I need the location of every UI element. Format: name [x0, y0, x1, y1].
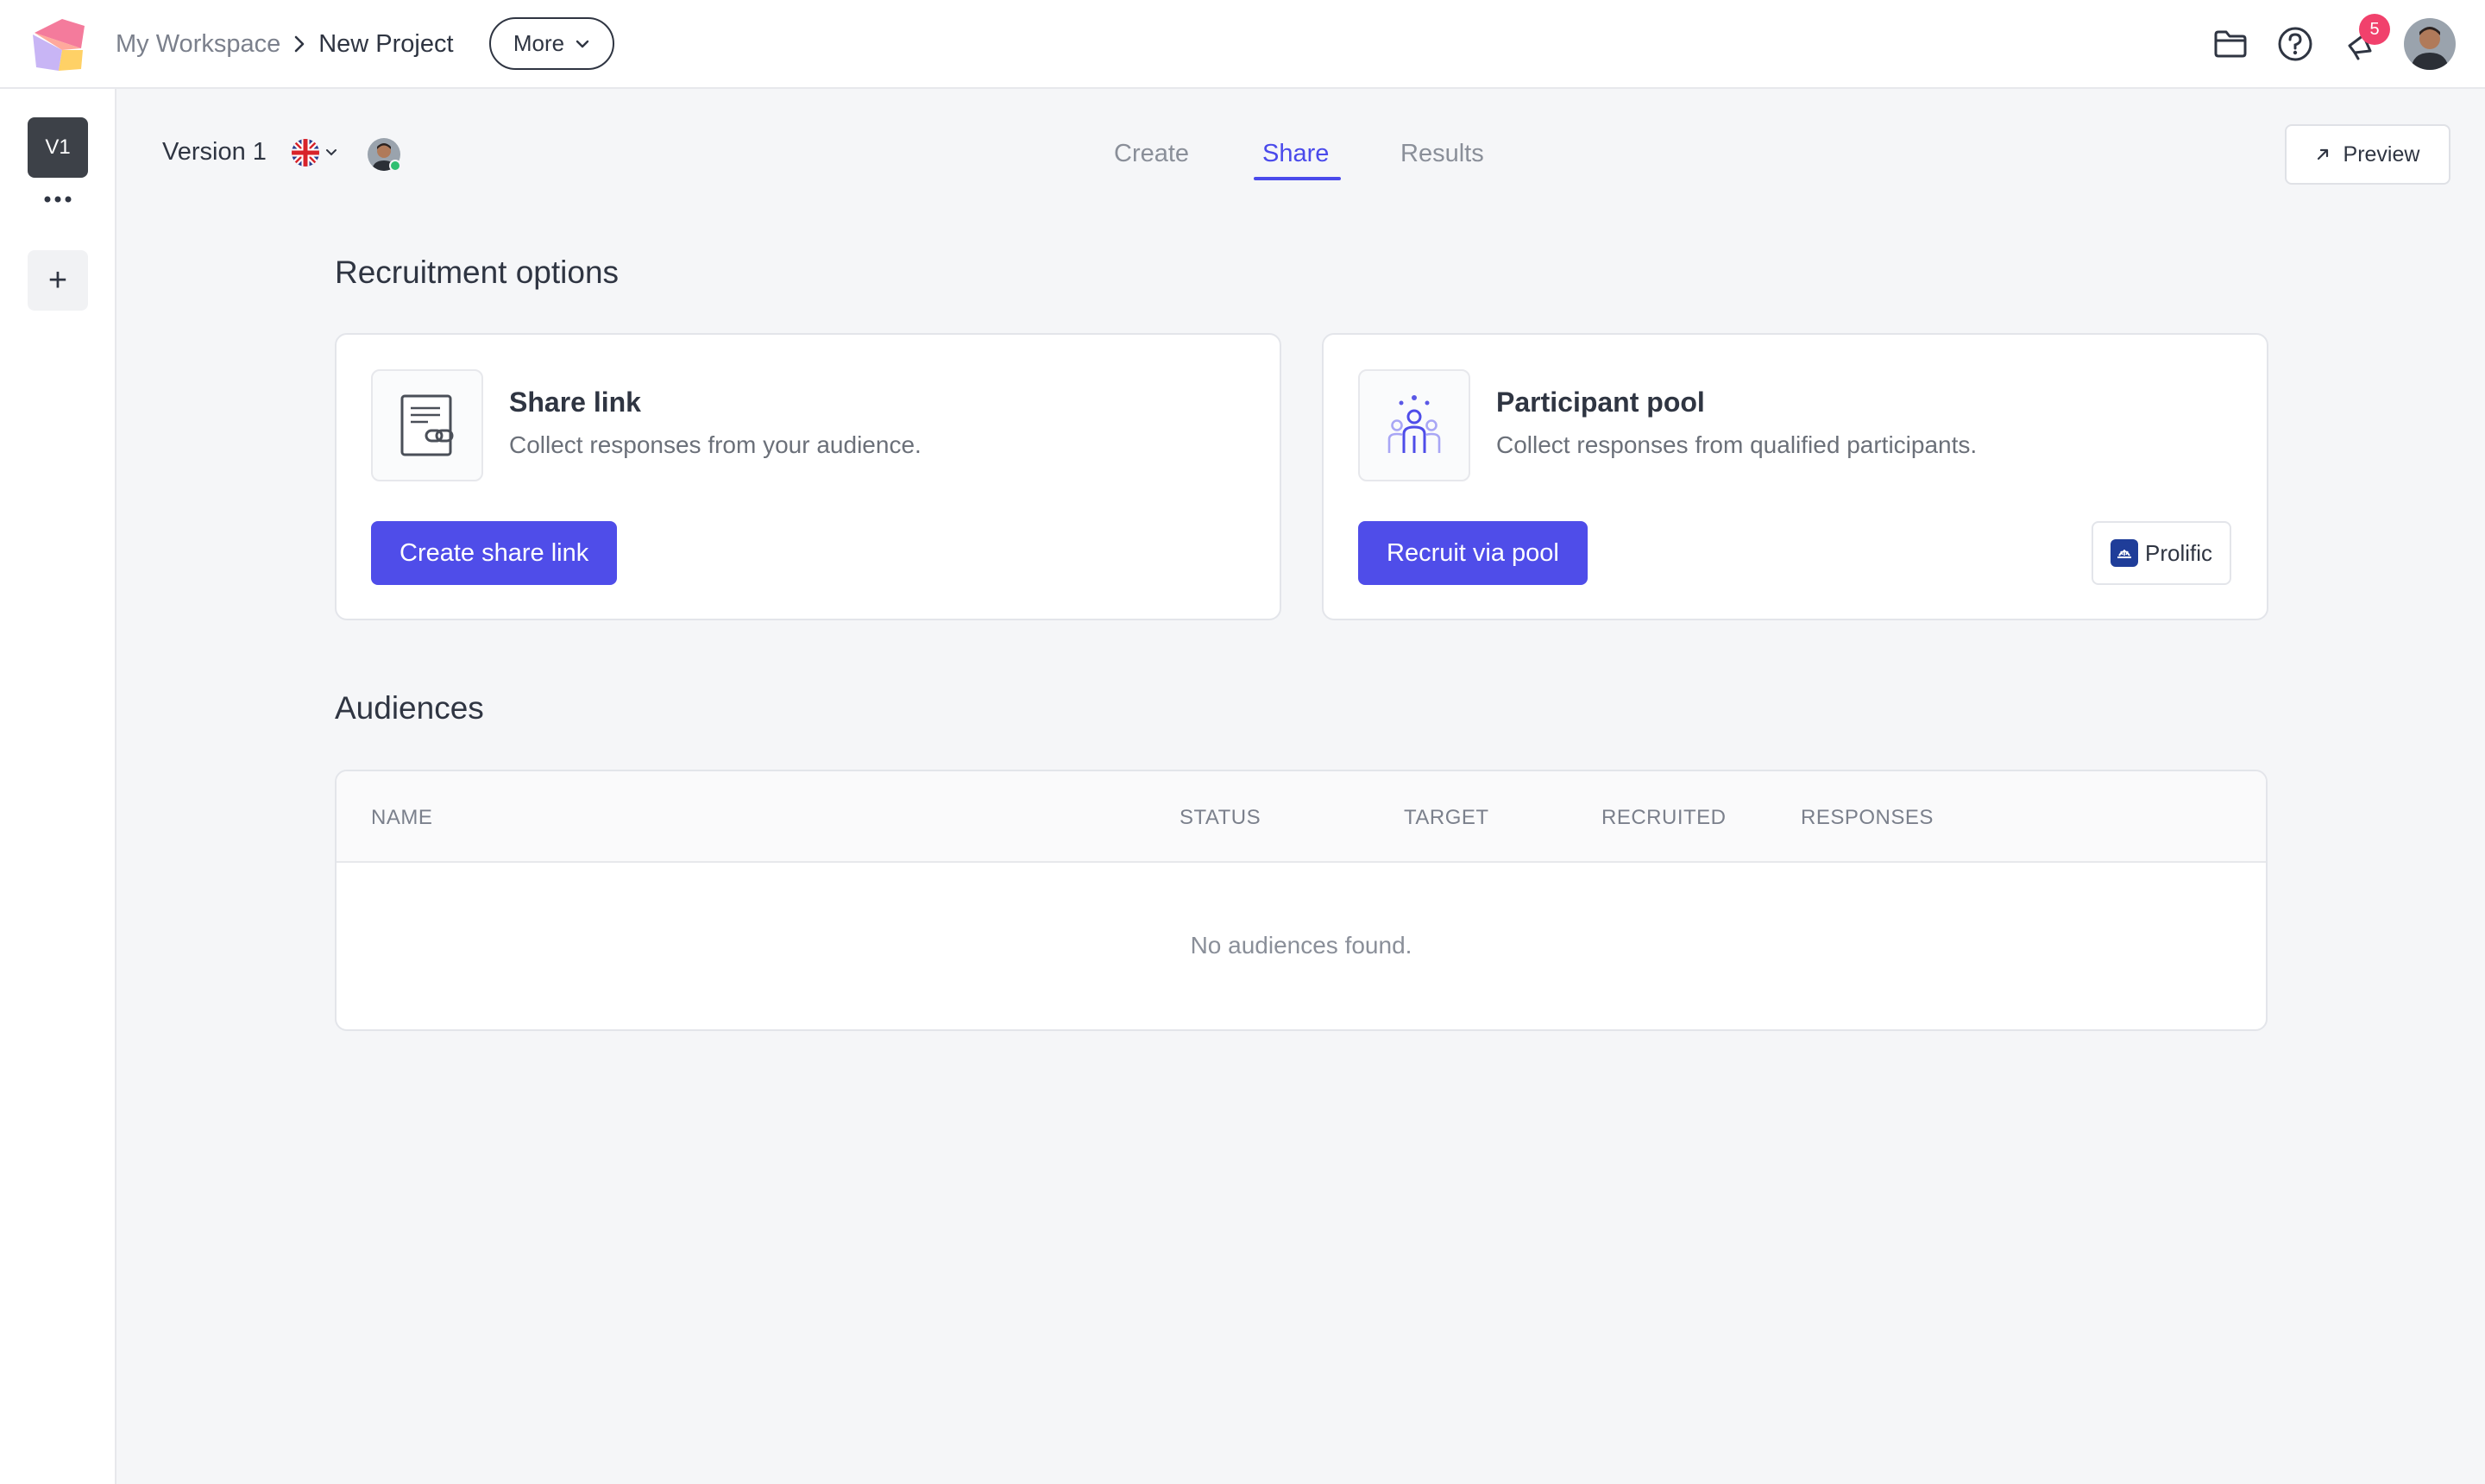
participant-pool-card: Participant pool Collect responses from …	[1322, 333, 2268, 620]
column-header-responses[interactable]: RESPONSES	[1801, 806, 1934, 830]
tab-share[interactable]: Share	[1262, 140, 1329, 168]
uk-flag-icon	[292, 139, 319, 167]
tab-results[interactable]: Results	[1400, 140, 1484, 168]
help-icon[interactable]	[2275, 24, 2315, 64]
tab-create[interactable]: Create	[1114, 140, 1189, 168]
prolific-label: Prolific	[2144, 539, 2212, 566]
audiences-title: Audiences	[335, 690, 484, 726]
recruit-via-pool-button[interactable]: Recruit via pool	[1358, 521, 1588, 585]
audiences-table: NAME STATUS TARGET RECRUITED RESPONSES N…	[335, 770, 2268, 1031]
chevron-down-icon	[326, 149, 337, 156]
version-badge[interactable]: V1	[28, 117, 88, 178]
table-header-row: NAME STATUS TARGET RECRUITED RESPONSES	[337, 771, 2266, 863]
top-bar: My Workspace New Project More 5	[0, 0, 2485, 89]
notification-badge: 5	[2359, 14, 2390, 45]
column-header-name[interactable]: NAME	[371, 806, 432, 830]
column-header-target[interactable]: TARGET	[1404, 806, 1489, 830]
app-logo[interactable]	[28, 14, 88, 74]
prolific-provider-chip[interactable]: Prolific	[2092, 521, 2231, 585]
more-button-label: More	[513, 30, 565, 56]
online-status-dot	[389, 160, 401, 172]
recruitment-options-title: Recruitment options	[335, 255, 620, 290]
share-link-card-icon-box	[371, 369, 483, 481]
breadcrumb-workspace[interactable]: My Workspace	[116, 30, 280, 59]
version-rail: V1 +	[0, 89, 116, 1484]
more-options-icon[interactable]	[43, 194, 72, 204]
active-tab-indicator	[1254, 177, 1341, 180]
breadcrumb: My Workspace New Project	[116, 24, 454, 64]
breadcrumb-project[interactable]: New Project	[318, 30, 453, 59]
version-title: Version 1	[162, 138, 267, 166]
user-avatar[interactable]	[2404, 18, 2456, 70]
participants-group-icon	[1387, 395, 1441, 453]
participant-pool-title: Participant pool	[1496, 387, 1705, 418]
share-link-card: Share link Collect responses from your a…	[335, 333, 1281, 620]
external-arrow-icon	[2317, 148, 2328, 160]
preview-button-label: Preview	[2343, 141, 2420, 167]
column-header-status[interactable]: STATUS	[1180, 806, 1261, 830]
prolific-logo-icon	[2110, 539, 2138, 567]
preview-button[interactable]: Preview	[2285, 124, 2450, 185]
create-share-link-button[interactable]: Create share link	[371, 521, 618, 585]
participant-pool-description: Collect responses from qualified partici…	[1496, 431, 1978, 458]
language-selector[interactable]	[291, 138, 337, 167]
folder-icon[interactable]	[2211, 24, 2250, 64]
chevron-down-icon	[576, 40, 589, 47]
share-link-description: Collect responses from your audience.	[509, 431, 922, 458]
more-button[interactable]: More	[489, 17, 614, 70]
chevron-right-icon	[293, 35, 306, 53]
column-header-recruited[interactable]: RECRUITED	[1601, 806, 1727, 830]
share-link-title: Share link	[509, 387, 641, 418]
add-version-button[interactable]: +	[28, 250, 88, 311]
participant-pool-card-icon-box	[1358, 369, 1470, 481]
empty-state-message: No audiences found.	[1190, 932, 1412, 959]
document-link-icon	[400, 394, 454, 456]
